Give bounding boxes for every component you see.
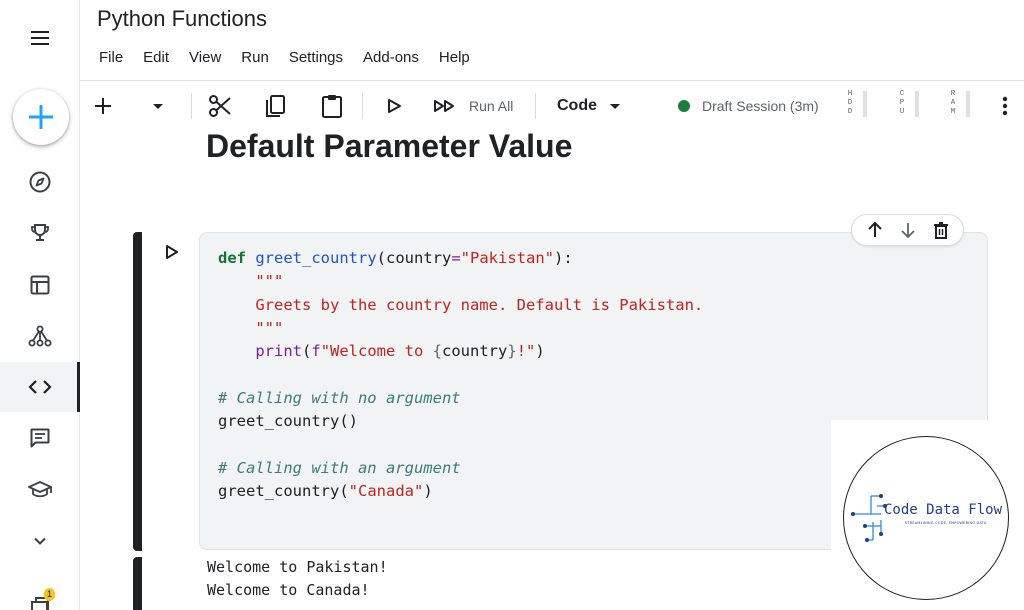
- cell-run-button[interactable]: [162, 242, 182, 262]
- sidebar-item-code[interactable]: [0, 362, 80, 412]
- hdd-meter-bar: [863, 90, 867, 117]
- scissors-icon: [209, 95, 231, 117]
- run-all-button[interactable]: Run All: [432, 92, 513, 120]
- ram-meter[interactable]: RAM: [948, 90, 970, 117]
- sidebar-more-button[interactable]: [0, 516, 80, 566]
- menu-add-ons[interactable]: Add-ons: [363, 49, 419, 66]
- cpu-meter-label: CPU: [899, 90, 905, 116]
- table-icon: [30, 275, 50, 295]
- toolbar-separator: [362, 93, 363, 119]
- toolbar-separator: [535, 93, 536, 119]
- menu-icon: [31, 31, 49, 45]
- chat-icon: [30, 428, 50, 448]
- output-bar: [133, 557, 142, 610]
- play-icon: [166, 245, 178, 259]
- more-vert-icon: [1002, 96, 1008, 116]
- cell-type-label: Code: [557, 97, 597, 114]
- cell-type-dropdown[interactable]: Code: [557, 92, 624, 120]
- hdd-meter[interactable]: HDD: [845, 90, 867, 117]
- code-line: """: [255, 272, 284, 291]
- copy-cell-button[interactable]: [264, 92, 288, 120]
- code-data-flow-logo: [843, 436, 1009, 600]
- cpu-meter-bar: [915, 90, 919, 117]
- logo-name: Code Data Flow: [884, 502, 1003, 518]
- clipboard-icon: [322, 95, 342, 118]
- code-editor[interactable]: def greet_country(country="Pakistan"): "…: [218, 247, 703, 503]
- circuit-icon: [851, 494, 887, 542]
- ram-meter-bar: [966, 90, 970, 117]
- run-all-label: Run All: [469, 98, 514, 114]
- menu-view[interactable]: View: [189, 49, 221, 66]
- menu-settings[interactable]: Settings: [289, 49, 343, 66]
- toolbar-separator: [191, 93, 192, 119]
- run-cell-button[interactable]: [385, 92, 403, 120]
- cut-cell-button[interactable]: [207, 92, 233, 120]
- hdd-meter-label: HDD: [847, 90, 853, 116]
- sidebar-item-notes[interactable]: [0, 580, 80, 610]
- trophy-icon: [31, 224, 49, 241]
- cell-actions: [851, 214, 964, 246]
- cpu-meter[interactable]: CPU: [897, 90, 919, 117]
- notebook-title[interactable]: Python Functions: [97, 6, 267, 32]
- menu-bar: File Edit View Run Settings Add-ons Help: [99, 49, 490, 66]
- output-line: Welcome to Pakistan!: [207, 558, 388, 576]
- sidebar-item-learn[interactable]: [0, 465, 80, 515]
- copy-icon: [266, 95, 285, 117]
- sidebar-item-discussions[interactable]: [0, 413, 80, 463]
- left-sidebar: 1: [0, 0, 80, 610]
- plus-icon: [29, 105, 53, 129]
- plus-icon: [95, 98, 111, 114]
- sidebar-item-explore[interactable]: [0, 157, 80, 207]
- add-cell-button[interactable]: [92, 92, 114, 120]
- logo-tagline: STREAMLINING CODE, EMPOWERING DATA: [905, 521, 987, 525]
- create-button[interactable]: [13, 89, 69, 145]
- output-line: Welcome to Canada!: [207, 581, 370, 599]
- code-line: greet_country("Canada"): [218, 481, 433, 500]
- fast-forward-icon: [434, 100, 454, 112]
- cell-output: Welcome to Pakistan! Welcome to Canada!: [207, 556, 388, 602]
- arrow-down-icon[interactable]: [898, 220, 918, 240]
- menu-edit[interactable]: Edit: [143, 49, 169, 66]
- cell-selection-bar: [133, 232, 142, 551]
- school-icon: [28, 481, 52, 498]
- session-label: Draft Session (3m): [702, 98, 819, 114]
- code-line: print(f"Welcome to {country}!"): [255, 342, 545, 361]
- play-icon: [388, 99, 401, 113]
- code-icon: [28, 380, 52, 394]
- more-options-button[interactable]: [995, 92, 1015, 120]
- sidebar-item-models[interactable]: [0, 311, 80, 361]
- menu-file[interactable]: File: [99, 49, 123, 66]
- code-line: # Calling with an argument: [218, 458, 461, 477]
- code-line: """: [255, 318, 284, 337]
- paste-cell-button[interactable]: [320, 92, 344, 120]
- code-line: def greet_country(country="Pakistan"):: [218, 249, 573, 267]
- code-line: # Calling with no argument: [218, 388, 461, 407]
- chevron-down-icon: [34, 537, 46, 545]
- code-line: greet_country(): [218, 412, 358, 431]
- menu-run[interactable]: Run: [241, 49, 269, 66]
- caret-down-icon: [153, 104, 163, 109]
- network-icon: [28, 325, 52, 347]
- header-divider: [80, 80, 1024, 81]
- sidebar-item-competitions[interactable]: [0, 208, 80, 258]
- notification-badge: 1: [44, 588, 55, 601]
- code-line: Greets by the country name. Default is P…: [255, 295, 704, 314]
- delete-icon[interactable]: [931, 220, 951, 240]
- hamburger-menu-button[interactable]: [0, 13, 80, 63]
- menu-help[interactable]: Help: [439, 49, 470, 66]
- markdown-heading: Default Parameter Value: [206, 128, 573, 164]
- ram-meter-label: RAM: [950, 90, 956, 116]
- compass-icon: [29, 171, 51, 193]
- add-cell-dropdown[interactable]: [149, 92, 167, 120]
- session-status-dot: [678, 100, 690, 112]
- caret-down-icon: [610, 104, 620, 109]
- session-status[interactable]: Draft Session (3m): [678, 92, 819, 120]
- arrow-up-icon[interactable]: [865, 220, 885, 240]
- sidebar-item-datasets[interactable]: [0, 260, 80, 310]
